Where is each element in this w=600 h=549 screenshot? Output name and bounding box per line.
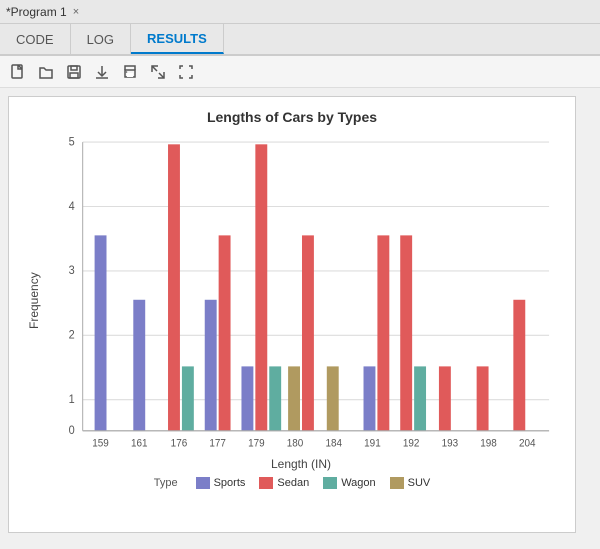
legend-label-sports: Sports — [214, 477, 246, 489]
tab-bar: CODE LOG RESULTS — [0, 24, 600, 56]
program-title: *Program 1 — [6, 5, 67, 19]
svg-text:2: 2 — [69, 329, 75, 342]
svg-text:184: 184 — [325, 437, 342, 450]
bar-204-sedan — [513, 300, 525, 431]
bar-179-sedan — [255, 144, 267, 430]
svg-text:159: 159 — [92, 437, 109, 450]
title-bar: *Program 1 × — [0, 0, 600, 24]
plot-area: 0 1 2 3 4 5 — [43, 131, 559, 453]
save-button[interactable] — [62, 60, 86, 84]
y-axis-label: Frequency — [25, 131, 43, 471]
bar-176-wagon — [182, 366, 194, 430]
fullscreen-button[interactable] — [174, 60, 198, 84]
close-icon[interactable]: × — [73, 6, 79, 18]
x-axis-label: Length (IN) — [43, 457, 559, 471]
legend-box-sedan — [259, 477, 273, 489]
svg-text:1: 1 — [69, 394, 75, 407]
svg-text:204: 204 — [519, 437, 536, 450]
bar-159-sports — [95, 235, 107, 430]
svg-text:179: 179 — [248, 437, 265, 450]
toolbar — [0, 56, 600, 88]
tab-results[interactable]: RESULTS — [131, 24, 224, 54]
svg-text:180: 180 — [287, 437, 304, 450]
legend-item-sedan: Sedan — [259, 477, 309, 489]
bar-161-sports — [133, 300, 145, 431]
tab-log[interactable]: LOG — [71, 24, 131, 54]
chart-area: Frequency 0 1 2 3 — [25, 131, 559, 471]
chart-svg: 0 1 2 3 4 5 — [43, 131, 559, 453]
bar-192-sedan — [400, 235, 412, 430]
svg-text:0: 0 — [69, 425, 75, 438]
svg-text:193: 193 — [442, 437, 459, 450]
legend-box-suv — [390, 477, 404, 489]
bar-198-sedan — [477, 366, 489, 430]
legend-item-wagon: Wagon — [323, 477, 375, 489]
legend-label-sedan: Sedan — [277, 477, 309, 489]
expand-button[interactable] — [146, 60, 170, 84]
legend-item-sports: Sports — [196, 477, 246, 489]
legend-label-wagon: Wagon — [341, 477, 375, 489]
svg-text:161: 161 — [131, 437, 148, 450]
chart-inner: 0 1 2 3 4 5 — [43, 131, 559, 471]
bar-177-sedan — [219, 235, 231, 430]
bar-180-sedan — [302, 235, 314, 430]
svg-text:177: 177 — [209, 437, 226, 450]
bar-191-sports — [364, 366, 376, 430]
chart-container: Lengths of Cars by Types Frequency 0 1 — [8, 96, 576, 533]
bar-191-sedan — [377, 235, 389, 430]
bar-179-sports — [241, 366, 253, 430]
new-button[interactable] — [6, 60, 30, 84]
svg-text:176: 176 — [171, 437, 188, 450]
bar-179-wagon — [269, 366, 281, 430]
print-button[interactable] — [118, 60, 142, 84]
svg-text:4: 4 — [69, 200, 76, 213]
svg-text:3: 3 — [69, 265, 75, 278]
chart-title: Lengths of Cars by Types — [25, 109, 559, 125]
tab-code[interactable]: CODE — [0, 24, 71, 54]
svg-text:192: 192 — [403, 437, 420, 450]
legend-item-suv: SUV — [390, 477, 431, 489]
chart-legend: Type Sports Sedan Wagon SUV — [25, 477, 559, 489]
legend-label-suv: SUV — [408, 477, 431, 489]
legend-box-wagon — [323, 477, 337, 489]
bar-177-sports — [205, 300, 217, 431]
svg-text:191: 191 — [364, 437, 381, 450]
legend-type-label: Type — [154, 477, 178, 489]
open-button[interactable] — [34, 60, 58, 84]
legend-box-sports — [196, 477, 210, 489]
svg-text:198: 198 — [480, 437, 497, 450]
bar-176-sedan — [168, 144, 180, 430]
bar-192-wagon — [414, 366, 426, 430]
bar-184-suv — [327, 366, 339, 430]
download-button[interactable] — [90, 60, 114, 84]
bar-180-suv — [288, 366, 300, 430]
svg-text:5: 5 — [69, 136, 75, 149]
bar-193-sedan — [439, 366, 451, 430]
